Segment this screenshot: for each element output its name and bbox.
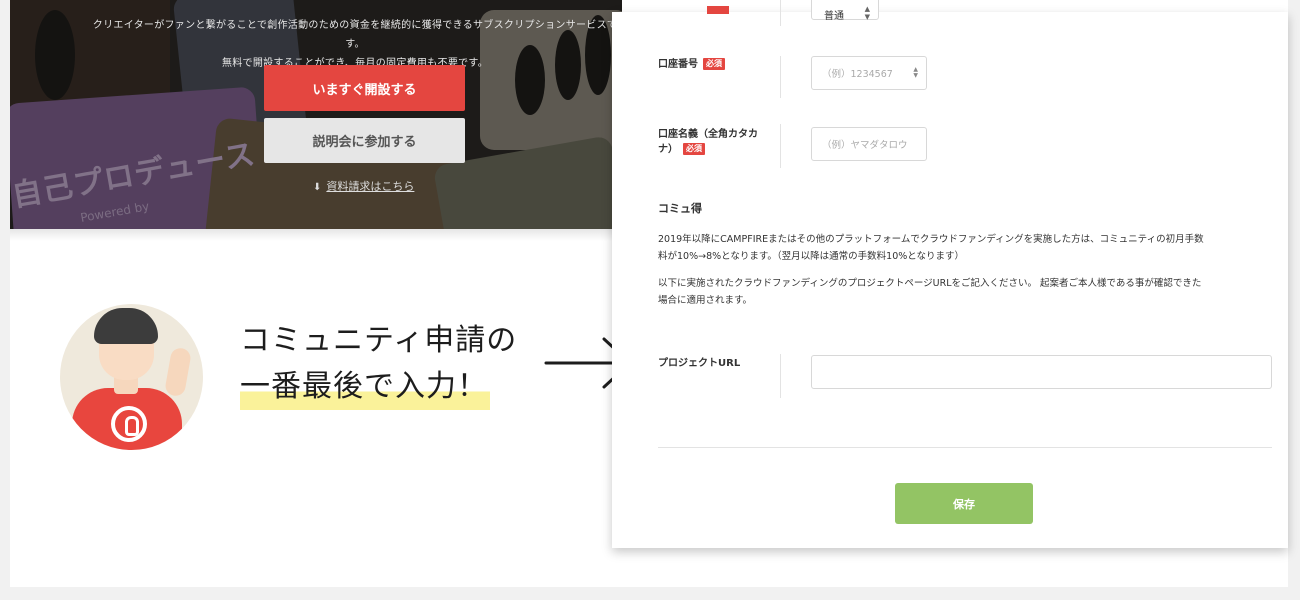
paragraph-line: 以下に実施されたクラウドファンディングのプロジェクトページURLをご記入ください… [658,278,1202,289]
account-name-label: 口座名義（全角カタカ ナ） 必須 [658,127,758,157]
caption-line-2-highlighted: 一番最後で入力！ [240,364,490,410]
download-icon: ⬇ [313,182,322,193]
avatar-illustration [60,304,203,450]
hero-tagline-line: クリエイターがファンと繋がることで創作活動のための資金を継続的に獲得できるサブス… [92,20,618,50]
account-number-input[interactable]: （例）1234567 ▲ ▼ [811,56,927,90]
select-arrows-icon: ▲ ▼ [864,5,870,21]
save-button[interactable]: 保存 [895,483,1033,524]
required-badge: 必須 [683,143,705,155]
discount-paragraph: 2019年以降にCAMPFIREまたはその他のプラットフォームでクラウドファンデ… [658,231,1278,265]
document-request-label: 資料請求はこちら [326,180,415,193]
caption-text: コミュニティ申請の 一番最後で入力！ [240,318,517,410]
account-number-label: 口座番号 必須 [658,57,725,72]
section-title: コミュ得 [658,202,702,215]
account-name-label-line: 口座名義（全角カタカ [658,129,758,140]
account-number-placeholder: （例）1234567 [822,69,893,80]
paragraph-line: 場合に適用されます。 [658,295,753,306]
project-url-label: プロジェクトURL [658,358,741,369]
account-type-select[interactable]: 普通 ▲ ▼ [811,0,879,22]
account-number-label-text: 口座番号 [658,59,698,70]
account-type-value: 普通 [824,11,844,22]
project-url-input[interactable] [811,355,1272,389]
avatar-pointing-hand [163,346,193,398]
document-request-link[interactable]: ⬇ 資料請求はこちら [313,178,414,194]
account-name-label-line: ナ） [658,144,678,155]
url-instruction-paragraph: 以下に実施されたクラウドファンディングのプロジェクトページURLをご記入ください… [658,275,1278,309]
column-divider [780,124,781,168]
number-spinner-icon[interactable]: ▲ ▼ [913,67,918,79]
paragraph-line: 2019年以降にCAMPFIREまたはその他のプラットフォームでクラウドファンデ… [658,234,1204,245]
required-badge: 必須 [703,58,725,70]
account-name-input[interactable]: （例）ヤマダタロウ [811,127,927,161]
form-divider [658,447,1272,448]
required-badge [707,6,729,14]
open-now-button[interactable]: いますぐ開設する [264,65,465,111]
caption-line-1: コミュニティ申請の [240,323,518,358]
column-divider [780,354,781,398]
paragraph-line: 料が10%→8%となります。（翌月以降は通常の手数料10%となります） [658,251,964,262]
hero-banner: 自己プロデュース Powered by クリエイターがファンと繋がることで創作活… [10,0,622,229]
campfire-logo-icon [111,406,147,442]
column-divider [780,56,781,98]
community-form-panel: 普通 ▲ ▼ 口座番号 必須 （例）1234567 ▲ ▼ 口座名義（全角カタカ ナ）… [612,0,1288,548]
account-name-placeholder: （例）ヤマダタロウ [822,140,908,151]
avatar-hair [94,308,158,344]
hero-shadow [10,229,622,241]
column-divider [780,0,781,26]
seminar-button[interactable]: 説明会に参加する [264,118,465,163]
